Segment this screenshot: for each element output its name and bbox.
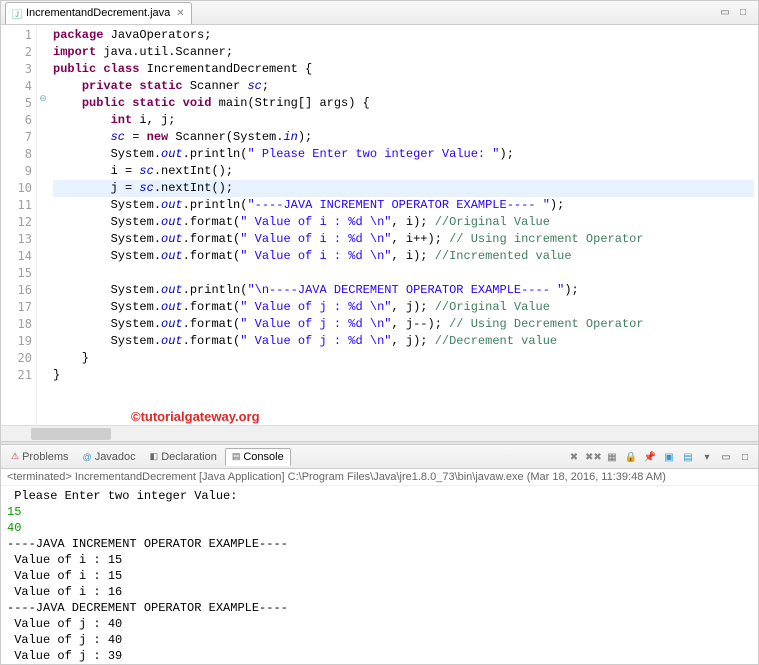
pin-console-icon[interactable]: 📌 — [641, 448, 659, 466]
minimize-icon[interactable]: ▭ — [718, 6, 732, 20]
problems-icon: ⚠ — [11, 451, 19, 462]
tab-declaration[interactable]: ◧ Declaration — [144, 449, 223, 465]
maximize-icon[interactable]: □ — [736, 6, 750, 20]
code-editor[interactable]: 123456789101112131415161718192021 ⊖ pack… — [1, 25, 758, 425]
panel-minimize-icon[interactable]: ▭ — [717, 448, 735, 466]
editor-tab-bar: 🄹 IncrementandDecrement.java ✕ ▭ □ — [1, 1, 758, 25]
tab-console[interactable]: ▤ Console — [225, 448, 291, 466]
remove-all-icon[interactable]: ✖✖ — [584, 448, 602, 466]
marker-column: ⊖ — [37, 25, 49, 425]
scrollbar-thumb[interactable] — [31, 428, 111, 440]
panel-maximize-icon[interactable]: □ — [736, 448, 754, 466]
line-number-gutter: 123456789101112131415161718192021 — [1, 25, 37, 425]
remove-launch-icon[interactable]: ✖ — [565, 448, 583, 466]
close-icon[interactable]: ✕ — [176, 8, 184, 19]
tab-javadoc[interactable]: @ Javadoc — [77, 449, 142, 465]
code-content[interactable]: package JavaOperators;import java.util.S… — [49, 25, 758, 425]
java-file-icon: 🄹 — [12, 6, 22, 21]
horizontal-scrollbar[interactable] — [1, 425, 758, 441]
console-output[interactable]: Please Enter two integer Value: 1540----… — [1, 486, 758, 664]
editor-window-controls: ▭ □ — [718, 6, 754, 20]
tab-label: Declaration — [161, 451, 217, 463]
bottom-panel-tabs: ⚠ Problems @ Javadoc ◧ Declaration ▤ Con… — [1, 445, 758, 469]
console-dropdown-icon[interactable]: ▾ — [698, 448, 716, 466]
open-console-icon[interactable]: ▤ — [679, 448, 697, 466]
tab-label: Console — [243, 451, 283, 463]
tab-filename: IncrementandDecrement.java — [26, 7, 170, 19]
tab-problems[interactable]: ⚠ Problems — [5, 449, 75, 465]
declaration-icon: ◧ — [150, 451, 159, 462]
display-console-icon[interactable]: ▣ — [660, 448, 678, 466]
watermark-text: ©tutorialgateway.org — [131, 409, 260, 424]
editor-tab[interactable]: 🄹 IncrementandDecrement.java ✕ — [5, 2, 192, 24]
tab-label: Problems — [22, 451, 68, 463]
javadoc-icon: @ — [83, 452, 92, 462]
tab-label: Javadoc — [95, 451, 136, 463]
console-status: <terminated> IncrementandDecrement [Java… — [1, 469, 758, 486]
clear-console-icon[interactable]: ▦ — [603, 448, 621, 466]
console-toolbar: ✖ ✖✖ ▦ 🔒 📌 ▣ ▤ ▾ ▭ □ — [565, 448, 754, 466]
console-icon: ▤ — [232, 451, 241, 462]
scroll-lock-icon[interactable]: 🔒 — [622, 448, 640, 466]
